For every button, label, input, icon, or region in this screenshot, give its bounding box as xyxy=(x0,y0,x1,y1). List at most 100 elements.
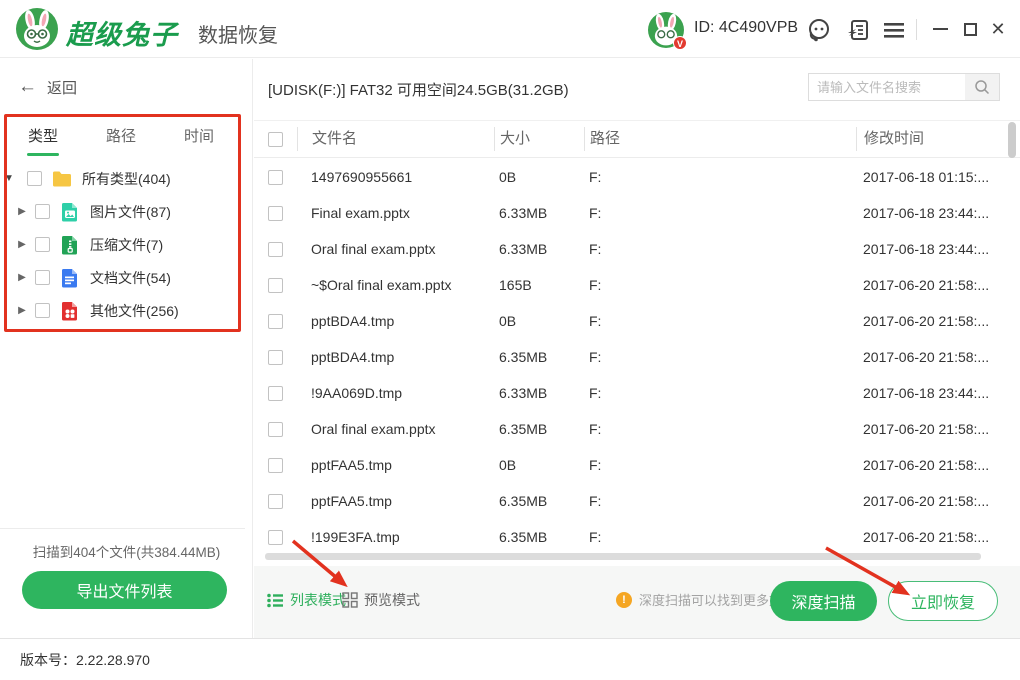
table-row[interactable]: pptBDA4.tmp 0B F: 2017-06-20 21:58:... xyxy=(254,303,1020,339)
caret-down-icon[interactable]: ▼ xyxy=(3,173,15,184)
tree-item-archive-files[interactable]: ▶ 压缩文件(7) xyxy=(0,228,253,261)
feedback-icon[interactable] xyxy=(846,17,872,43)
preview-mode-icon xyxy=(342,592,358,608)
user-avatar[interactable]: V xyxy=(648,12,684,48)
row-checkbox[interactable] xyxy=(268,422,283,437)
tree-checkbox[interactable] xyxy=(35,270,50,285)
image-file-icon xyxy=(59,201,81,223)
file-size: 6.33MB xyxy=(494,205,584,221)
file-modified-time: 2017-06-18 01:15:... xyxy=(856,169,1011,185)
table-row[interactable]: Final exam.pptx 6.33MB F: 2017-06-18 23:… xyxy=(254,195,1020,231)
horizontal-scrollbar[interactable] xyxy=(265,553,981,560)
maximize-button[interactable] xyxy=(958,16,982,42)
tree-item-other-files[interactable]: ▶ 其他文件(256) xyxy=(0,294,253,327)
recover-now-button[interactable]: 立即恢复 xyxy=(888,581,998,621)
table-row[interactable]: Oral final exam.pptx 6.35MB F: 2017-06-2… xyxy=(254,411,1020,447)
file-path: F: xyxy=(584,241,856,257)
file-size: 6.35MB xyxy=(494,529,584,545)
vertical-scrollbar[interactable] xyxy=(1008,122,1016,158)
tab-time[interactable]: 时间 xyxy=(184,125,214,156)
close-icon: ✕ xyxy=(990,20,1005,38)
back-button[interactable]: ← 返回 xyxy=(18,76,77,98)
row-checkbox[interactable] xyxy=(268,494,283,509)
sidebar-divider xyxy=(0,528,245,529)
search-button[interactable] xyxy=(965,74,999,100)
minimize-button[interactable] xyxy=(928,16,952,42)
column-header-modified-time[interactable]: 修改时间 xyxy=(856,127,1011,151)
file-modified-time: 2017-06-18 23:44:... xyxy=(856,205,1011,221)
table-row[interactable]: pptFAA5.tmp 0B F: 2017-06-20 21:58:... xyxy=(254,447,1020,483)
customer-service-icon[interactable] xyxy=(806,17,832,43)
tree-checkbox[interactable] xyxy=(35,303,50,318)
row-checkbox[interactable] xyxy=(268,278,283,293)
app-window: 超级兔子 数据恢复 V ID: 4C490VPB xyxy=(0,0,1020,680)
tree-item-image-files[interactable]: ▶ 图片文件(87) xyxy=(0,195,253,228)
file-name: ~$Oral final exam.pptx xyxy=(297,277,494,293)
menu-icon[interactable] xyxy=(882,17,906,43)
titlebar-separator xyxy=(916,19,917,40)
file-modified-time: 2017-06-20 21:58:... xyxy=(856,457,1011,473)
file-path: F: xyxy=(584,313,856,329)
row-checkbox[interactable] xyxy=(268,170,283,185)
file-name: pptBDA4.tmp xyxy=(297,349,494,365)
table-row[interactable]: Oral final exam.pptx 6.33MB F: 2017-06-1… xyxy=(254,231,1020,267)
row-checkbox[interactable] xyxy=(268,206,283,221)
row-checkbox[interactable] xyxy=(268,242,283,257)
sidebar-tabs: 类型 路径 时间 xyxy=(28,125,214,156)
column-header-path[interactable]: 路径 xyxy=(584,127,856,151)
preview-mode-toggle[interactable]: 预览模式 xyxy=(342,590,420,610)
file-table: 1497690955661 0B F: 2017-06-18 01:15:...… xyxy=(254,159,1020,555)
file-name: !9AA069D.tmp xyxy=(297,385,494,401)
caret-right-icon[interactable]: ▶ xyxy=(16,239,28,250)
table-row[interactable]: pptFAA5.tmp 6.35MB F: 2017-06-20 21:58:.… xyxy=(254,483,1020,519)
tree-label: 其他文件(256) xyxy=(90,301,179,321)
file-path: F: xyxy=(584,169,856,185)
table-row[interactable]: !9AA069D.tmp 6.33MB F: 2017-06-18 23:44:… xyxy=(254,375,1020,411)
caret-right-icon[interactable]: ▶ xyxy=(16,272,28,283)
table-row[interactable]: !199E3FA.tmp 6.35MB F: 2017-06-20 21:58:… xyxy=(254,519,1020,555)
row-checkbox[interactable] xyxy=(268,314,283,329)
file-modified-time: 2017-06-20 21:58:... xyxy=(856,421,1011,437)
column-header-size[interactable]: 大小 xyxy=(494,127,584,151)
file-size: 6.33MB xyxy=(494,385,584,401)
file-size: 0B xyxy=(494,457,584,473)
tree-checkbox[interactable] xyxy=(35,237,50,252)
tree-checkbox[interactable] xyxy=(27,171,42,186)
column-header-filename[interactable]: 文件名 xyxy=(297,127,494,151)
close-button[interactable]: ✕ xyxy=(986,16,1010,42)
deep-scan-button[interactable]: 深度扫描 xyxy=(770,581,877,621)
tab-type[interactable]: 类型 xyxy=(28,125,58,156)
file-name: pptBDA4.tmp xyxy=(297,313,494,329)
product-title: 数据恢复 xyxy=(198,19,278,48)
file-modified-time: 2017-06-20 21:58:... xyxy=(856,349,1011,365)
file-path: F: xyxy=(584,205,856,221)
file-path: F: xyxy=(584,421,856,437)
file-name: Final exam.pptx xyxy=(297,205,494,221)
tree-item-document-files[interactable]: ▶ 文档文件(54) xyxy=(0,261,253,294)
maximize-icon xyxy=(964,23,977,36)
list-mode-toggle[interactable]: 列表模式 xyxy=(267,590,346,610)
file-path: F: xyxy=(584,529,856,545)
row-checkbox[interactable] xyxy=(268,350,283,365)
search-input[interactable] xyxy=(809,74,965,100)
select-all-checkbox[interactable] xyxy=(268,132,283,147)
tab-path[interactable]: 路径 xyxy=(106,125,136,156)
search-icon xyxy=(974,79,990,95)
row-checkbox[interactable] xyxy=(268,530,283,545)
row-checkbox[interactable] xyxy=(268,386,283,401)
tree-label: 图片文件(87) xyxy=(90,202,171,222)
row-checkbox[interactable] xyxy=(268,458,283,473)
table-row[interactable]: pptBDA4.tmp 6.35MB F: 2017-06-20 21:58:.… xyxy=(254,339,1020,375)
file-type-tree: ▼ 所有类型(404) ▶ 图片文件(87) xyxy=(0,162,253,327)
export-file-list-button[interactable]: 导出文件列表 xyxy=(22,571,227,609)
table-row[interactable]: 1497690955661 0B F: 2017-06-18 01:15:... xyxy=(254,159,1020,195)
tree-item-all-types[interactable]: ▼ 所有类型(404) xyxy=(0,162,253,195)
caret-right-icon[interactable]: ▶ xyxy=(16,305,28,316)
caret-right-icon[interactable]: ▶ xyxy=(16,206,28,217)
file-size: 6.33MB xyxy=(494,241,584,257)
file-modified-time: 2017-06-20 21:58:... xyxy=(856,277,1011,293)
tree-label: 压缩文件(7) xyxy=(90,235,163,255)
table-row[interactable]: ~$Oral final exam.pptx 165B F: 2017-06-2… xyxy=(254,267,1020,303)
tree-checkbox[interactable] xyxy=(35,204,50,219)
file-size: 6.35MB xyxy=(494,349,584,365)
